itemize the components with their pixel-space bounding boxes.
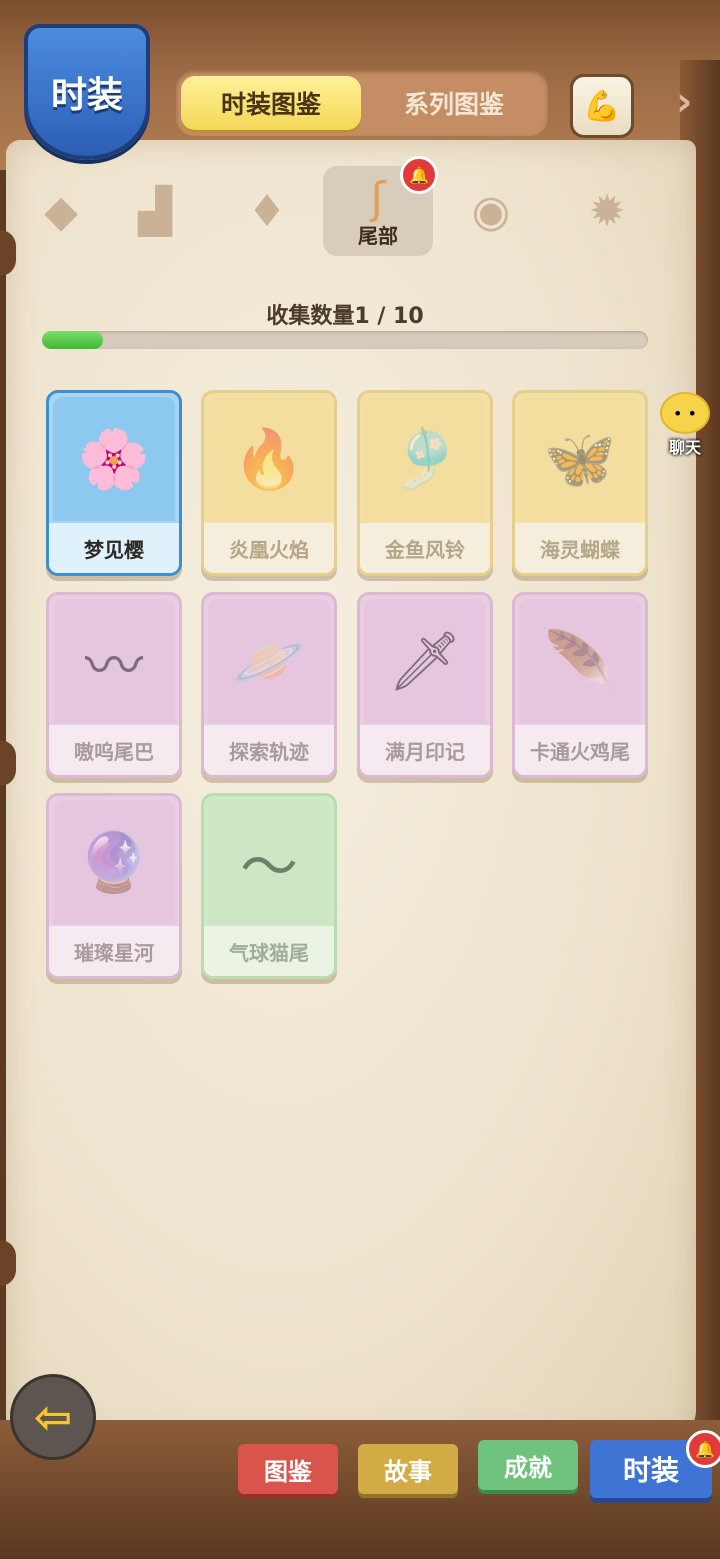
bottom-tab-story[interactable]: 故事: [358, 1444, 458, 1494]
item-name: 卡通火鸡尾: [515, 725, 645, 775]
hat-icon: ◆: [44, 185, 78, 237]
item-card[interactable]: 🔮 璀璨星河: [46, 793, 182, 979]
fox-face-icon: ◉: [471, 185, 511, 237]
clothes-icon: ▟: [138, 185, 172, 237]
category-face[interactable]: ◉: [436, 166, 546, 256]
turkey-tail-icon: 🪶: [519, 599, 641, 723]
item-card[interactable]: 〰 嗷呜尾巴: [46, 592, 182, 778]
category-tail-label: 尾部: [358, 224, 398, 248]
moon-blade-icon: 🗡: [364, 599, 486, 723]
item-card[interactable]: 〜 气球猫尾: [201, 793, 337, 979]
collection-progress-bar: [42, 331, 648, 349]
item-name: 金鱼风铃: [360, 523, 490, 573]
item-card[interactable]: 🗡 满月印记: [357, 592, 493, 778]
arm-upgrade-icon: 💪: [583, 88, 621, 124]
tab-series-collection[interactable]: 系列图鉴: [364, 76, 544, 130]
item-name: 炎凰火焰: [204, 523, 334, 573]
planet-icon: 🪐: [208, 599, 330, 723]
striped-tail-icon: 〰: [53, 599, 175, 723]
tail-icon: ʃ: [370, 173, 386, 224]
bell-icon: 🔔: [400, 156, 438, 194]
category-effect[interactable]: ✹: [552, 166, 662, 256]
item-name: 嗷呜尾巴: [49, 725, 179, 775]
item-card[interactable]: 🦋 海灵蝴蝶: [512, 390, 648, 576]
collection-count: 收集数量1 / 10: [266, 304, 424, 329]
balloon-tail-icon: 〜: [208, 800, 330, 924]
chevron-right-icon[interactable]: ›: [676, 72, 706, 132]
item-name: 探索轨迹: [204, 725, 334, 775]
tab-bar: 时装图鉴 系列图鉴: [176, 70, 548, 136]
upgrade-button[interactable]: 💪: [570, 74, 634, 138]
item-name: 海灵蝴蝶: [515, 523, 645, 573]
effect-icon: ✹: [588, 185, 626, 237]
item-card[interactable]: 🔥 炎凰火焰: [201, 390, 337, 576]
phoenix-flame-icon: 🔥: [208, 397, 330, 521]
butterfly-icon: 🦋: [519, 397, 641, 521]
wings-icon: ♦: [247, 185, 287, 237]
bottom-tab-collection[interactable]: 图鉴: [238, 1444, 338, 1494]
back-button[interactable]: ⇦: [10, 1374, 96, 1460]
sakura-icon: 🌸: [53, 397, 175, 521]
goldfish-chime-icon: 🎐: [364, 397, 486, 521]
galaxy-orb-icon: 🔮: [53, 800, 175, 924]
item-card[interactable]: 🎐 金鱼风铃: [357, 390, 493, 576]
bell-icon: 🔔: [686, 1430, 720, 1468]
item-name: 璀璨星河: [49, 926, 179, 976]
item-name: 梦见樱: [49, 523, 179, 573]
back-arrow-icon: ⇦: [33, 1390, 73, 1444]
item-name: 气球猫尾: [204, 926, 334, 976]
category-clothes[interactable]: ▟: [100, 166, 210, 256]
chat-button[interactable]: • • 聊天: [650, 392, 720, 458]
item-card[interactable]: 🌸 梦见樱: [46, 390, 182, 576]
tab-costume-collection[interactable]: 时装图鉴: [181, 76, 361, 130]
item-card[interactable]: 🪐 探索轨迹: [201, 592, 337, 778]
bottom-tab-achievement[interactable]: 成就: [478, 1440, 578, 1490]
chat-label: 聊天: [668, 438, 701, 457]
page-title-badge: 时装: [24, 24, 150, 160]
chat-face-icon: • •: [660, 392, 710, 434]
item-card[interactable]: 🪶 卡通火鸡尾: [512, 592, 648, 778]
category-wings[interactable]: ♦: [212, 166, 322, 256]
collection-progress-fill: [42, 331, 103, 349]
item-name: 满月印记: [360, 725, 490, 775]
